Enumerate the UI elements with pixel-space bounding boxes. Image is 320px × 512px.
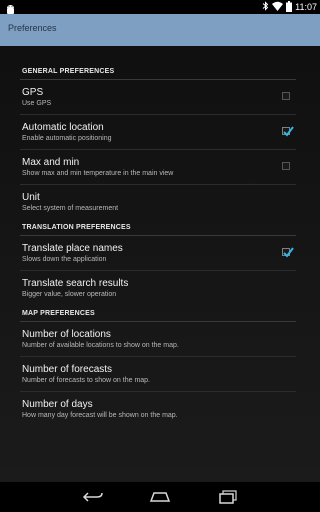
home-icon[interactable] — [145, 488, 175, 506]
recent-apps-icon[interactable] — [213, 488, 243, 506]
clock: 11:07 — [295, 2, 317, 12]
page-title: Preferences — [8, 23, 57, 33]
pref-summary: Slows down the application — [22, 256, 107, 263]
pref-translate-search-results[interactable]: Translate search results Bigger value, s… — [20, 271, 296, 305]
pref-summary: Enable automatic positioning — [22, 135, 112, 142]
action-bar: Preferences — [0, 14, 320, 46]
back-icon[interactable] — [78, 488, 108, 506]
pref-summary: Bigger value, slower operation — [22, 291, 117, 298]
pref-gps[interactable]: GPS Use GPS — [20, 80, 296, 115]
section-header-label: TRANSLATION PREFERENCES — [22, 224, 131, 231]
pref-title: GPS — [22, 87, 44, 98]
gps-checkbox[interactable] — [282, 92, 290, 100]
pref-unit[interactable]: Unit Select system of measurement — [20, 185, 296, 219]
pref-summary: Use GPS — [22, 100, 52, 107]
section-header-map: MAP PREFERENCES — [20, 305, 296, 322]
pref-max-and-min[interactable]: Max and min Show max and min temperature… — [20, 150, 296, 185]
checkmark-icon — [283, 247, 294, 258]
preferences-list: GENERAL PREFERENCES GPS Use GPS Automati… — [20, 59, 296, 426]
pref-title: Automatic location — [22, 122, 104, 133]
automatic-location-checkbox[interactable] — [282, 126, 294, 137]
section-header-general: GENERAL PREFERENCES — [20, 59, 296, 80]
pref-title: Number of days — [22, 399, 93, 410]
pref-title: Number of forecasts — [22, 364, 113, 375]
translate-place-names-checkbox[interactable] — [282, 247, 294, 258]
pref-title: Translate search results — [22, 278, 129, 289]
pref-title: Max and min — [22, 157, 80, 168]
section-header-label: MAP PREFERENCES — [22, 310, 95, 317]
pref-summary: Select system of measurement — [22, 205, 119, 212]
pref-number-of-locations[interactable]: Number of locations Number of available … — [20, 322, 296, 357]
section-header-translation: TRANSLATION PREFERENCES — [20, 219, 296, 236]
wifi-icon — [272, 1, 284, 13]
navigation-bar — [0, 482, 320, 512]
bluetooth-icon — [262, 1, 269, 13]
status-bar: 11:07 — [0, 0, 320, 14]
pref-summary: Show max and min temperature in the main… — [22, 170, 174, 177]
pref-summary: How many day forecast will be shown on t… — [22, 412, 178, 419]
pref-number-of-forecasts[interactable]: Number of forecasts Number of forecasts … — [20, 357, 296, 392]
pref-title: Translate place names — [22, 243, 123, 254]
max-and-min-checkbox[interactable] — [282, 162, 290, 170]
pref-number-of-days[interactable]: Number of days How many day forecast wil… — [20, 392, 296, 426]
section-header-label: GENERAL PREFERENCES — [22, 68, 115, 75]
pref-title: Unit — [22, 192, 40, 203]
pref-title: Number of locations — [22, 329, 111, 340]
pref-translate-place-names[interactable]: Translate place names Slows down the app… — [20, 236, 296, 271]
checkmark-icon — [283, 126, 294, 137]
pref-summary: Number of available locations to show on… — [22, 342, 179, 349]
pref-automatic-location[interactable]: Automatic location Enable automatic posi… — [20, 115, 296, 150]
preferences-content: GENERAL PREFERENCES GPS Use GPS Automati… — [0, 46, 320, 482]
battery-icon — [286, 0, 293, 14]
pref-summary: Number of forecasts to show on the map. — [22, 377, 151, 384]
